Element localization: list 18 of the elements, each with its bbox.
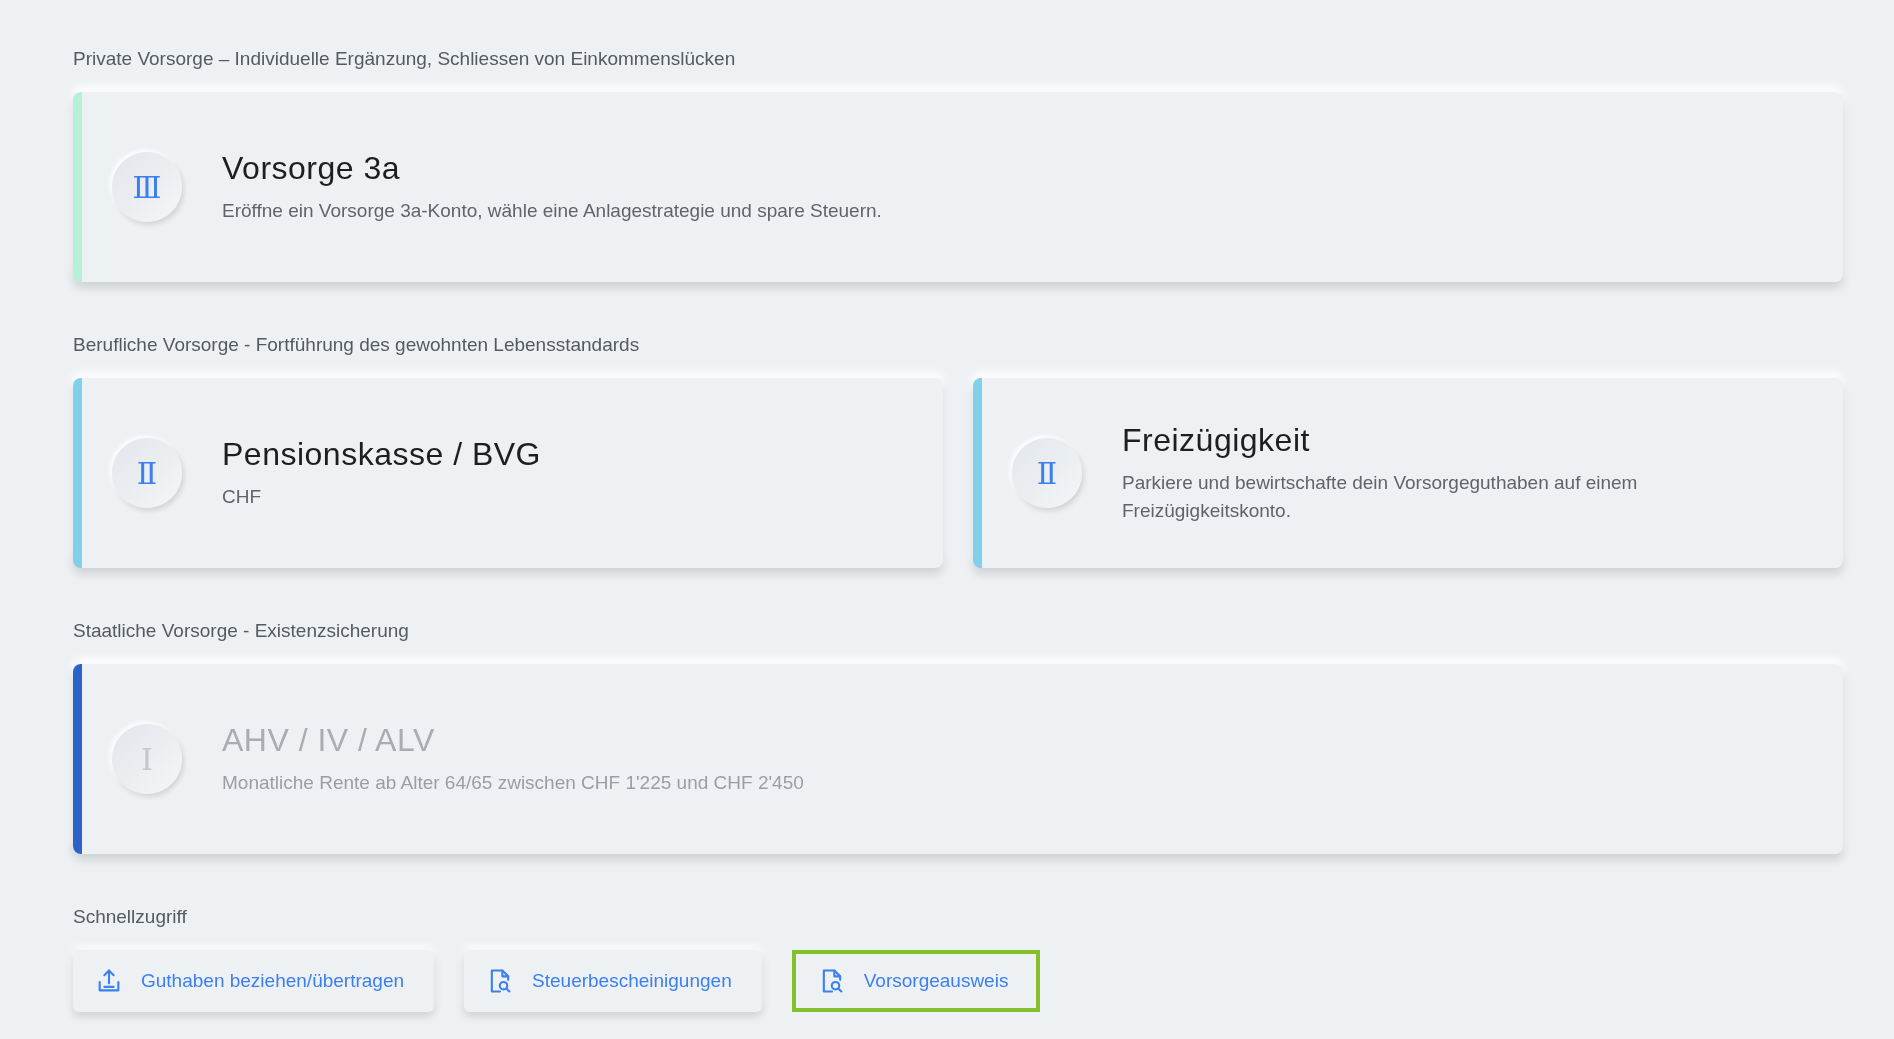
pillar-card[interactable]: Ⅱ Freizügigkeit Parkiere und bewirtschafte dein Vorsorgeguthaben auf einem Freizügigkeitskonto. xyxy=(973,378,1843,568)
card-title: Freizügigkeit xyxy=(1122,421,1311,459)
card-description: Monatliche Rente ab Alter 64/65 zwischen CHF 1'225 und CHF 2'450 xyxy=(222,770,804,795)
roman-numeral-badge: Ⅱ xyxy=(1012,438,1082,508)
card-description: Parkiere und bewirtschafte dein Vorsorgeguthaben auf einem Freizügigkeitskonto. xyxy=(1122,470,1639,523)
card-description: CHF xyxy=(222,484,263,509)
card-title: AHV / IV / ALV xyxy=(222,721,436,759)
pillar-card[interactable]: Ⅲ Vorsorge 3a Eröffne ein Vorsorge 3a-Konto, wähle eine Anlagestrategie und spare Steuern. xyxy=(73,92,1843,282)
section-heading: Berufliche Vorsorge - Fortführung des gewohnten Lebensstandards xyxy=(73,334,641,356)
roman-numeral-badge: Ⅲ xyxy=(112,152,182,222)
card-title: Vorsorge 3a xyxy=(222,149,402,187)
pillar-card[interactable]: Ⅱ Pensionskasse / BVG CHF xyxy=(73,378,943,568)
section-heading: Staatliche Vorsorge - Existenzsicherung xyxy=(73,620,410,642)
card-description: Eröffne ein Vorsorge 3a-Konto, wähle eine Anlagestrategie und spare Steuern. xyxy=(222,198,882,223)
roman-numeral-badge: Ⅱ xyxy=(112,438,182,508)
section-heading: Private Vorsorge – Individuelle Ergänzung, Schliessen von Einkommenslücken xyxy=(73,48,737,70)
card-title: Pensionskasse / BVG xyxy=(222,435,541,473)
section-heading: Schnellzugriff xyxy=(73,906,188,928)
